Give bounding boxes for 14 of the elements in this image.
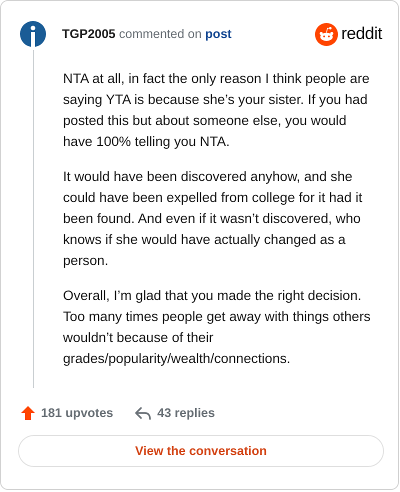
comment-paragraph: It would have been discovered anyhow, and she could have been expelled from college for it had it been found. And even if it wasn’t discovered, who knows if she would have actually changed as a person. bbox=[63, 168, 364, 270]
info-avatar-icon bbox=[20, 21, 46, 47]
reply-arrow-icon[interactable] bbox=[134, 405, 152, 421]
upvote-count: 181 upvotes bbox=[41, 406, 114, 420]
post-link[interactable]: post bbox=[205, 27, 232, 41]
brand-name: reddit bbox=[341, 24, 382, 44]
upvote-arrow-icon[interactable] bbox=[20, 405, 36, 421]
action-text: commented on bbox=[119, 27, 202, 41]
username[interactable]: TGP2005 bbox=[62, 27, 116, 41]
comment-paragraph: NTA at all, in fact the only reason I think people are saying YTA is because she’s your sister. If you had posted this but about someone else, you would have 100% telling you NTA. bbox=[63, 70, 371, 151]
alien-logo-icon bbox=[315, 22, 338, 46]
reply-count: 43 replies bbox=[157, 406, 215, 420]
view-conversation-button[interactable]: View the conversation bbox=[18, 435, 384, 467]
comment-paragraph: Overall, I’m glad that you made the right decision. Too many times people get away with things others wouldn’t because of their grades/popularity/wealth/connections. bbox=[63, 287, 372, 368]
